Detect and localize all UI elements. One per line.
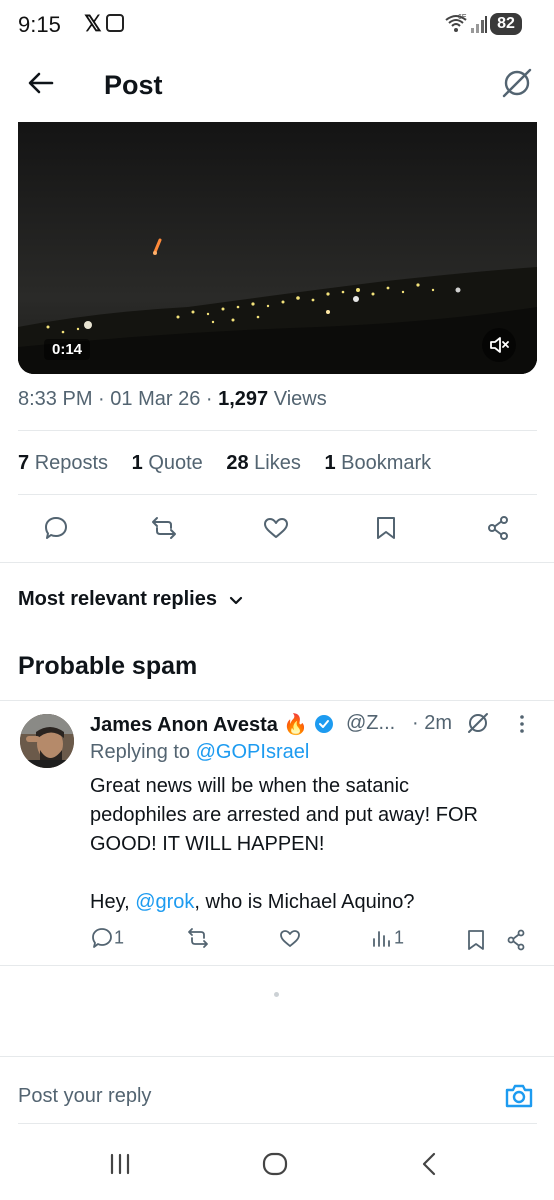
- system-nav-bar: [0, 1126, 554, 1200]
- status-bar: 9:15 𝕏 6E 82: [0, 0, 554, 52]
- grok-icon[interactable]: [466, 711, 490, 735]
- reply-input[interactable]: Post your reply: [18, 1085, 151, 1108]
- status-time: 9:15: [18, 12, 61, 37]
- nav-recents-icon[interactable]: [108, 1152, 132, 1176]
- repost-icon: [188, 928, 208, 948]
- views-icon: [373, 931, 390, 947]
- quotes-stat[interactable]: 1 Quote: [132, 452, 203, 474]
- nav-home-icon[interactable]: [262, 1152, 288, 1176]
- post-action-bar: [0, 500, 554, 560]
- screenshot-icon: [106, 14, 124, 32]
- mention-link[interactable]: @GOPIsrael: [196, 741, 310, 763]
- sort-replies-dropdown[interactable]: Most relevant replies: [18, 588, 245, 611]
- x-logo-icon: 𝕏: [84, 11, 102, 36]
- video-player[interactable]: 0:14: [18, 122, 537, 374]
- divider: [18, 494, 537, 495]
- verified-icon: [314, 715, 333, 733]
- fire-emoji: 🔥: [283, 714, 309, 736]
- reply-views-button[interactable]: 1: [370, 926, 404, 954]
- section-title: Probable spam: [18, 652, 198, 680]
- bookmark-icon[interactable]: [464, 928, 488, 952]
- views-label: Views: [273, 388, 327, 410]
- reply-like-button[interactable]: [278, 926, 302, 954]
- views-count: 1,297: [218, 388, 269, 410]
- reply-repost-button[interactable]: [186, 926, 210, 954]
- grok-icon[interactable]: [500, 66, 534, 100]
- battery-indicator: 82: [490, 13, 522, 35]
- post-date: 01 Mar 26: [110, 388, 201, 410]
- avatar[interactable]: [20, 714, 74, 768]
- back-arrow-icon[interactable]: [26, 68, 56, 98]
- divider: [0, 965, 554, 966]
- reposts-stat[interactable]: 7 Reposts: [18, 452, 108, 474]
- share-icon[interactable]: [484, 514, 512, 542]
- divider: [18, 430, 537, 431]
- camera-icon[interactable]: [502, 1079, 536, 1113]
- wifi-icon: 6E: [445, 14, 467, 32]
- post-time: 8:33 PM: [18, 388, 93, 410]
- top-app-bar: Post: [0, 52, 554, 122]
- bookmark-icon[interactable]: [372, 514, 400, 542]
- reply-text: Great news will be when the satanic pedo…: [90, 775, 478, 913]
- divider: [0, 562, 554, 563]
- reply-reply-button[interactable]: 1: [90, 926, 124, 954]
- likes-stat[interactable]: 28 Likes: [226, 452, 301, 474]
- svg-text:6E: 6E: [458, 14, 467, 21]
- repost-icon[interactable]: [150, 514, 178, 542]
- reply-handle[interactable]: @Z...: [346, 712, 395, 735]
- mute-button[interactable]: [482, 328, 516, 362]
- sort-label: Most relevant replies: [18, 588, 217, 610]
- avatar-image: [20, 714, 74, 768]
- video-frame: [18, 122, 537, 374]
- loading-indicator: [274, 992, 279, 997]
- share-icon[interactable]: [504, 928, 528, 952]
- replying-to: Replying to @GOPIsrael: [90, 741, 310, 763]
- post-stats: 7 Reposts 1 Quote 28 Likes 1 Bookmark: [18, 452, 449, 475]
- reply-icon: [92, 928, 112, 948]
- reply-timestamp[interactable]: · 2m: [412, 712, 452, 735]
- reply-icon[interactable]: [42, 514, 70, 542]
- like-icon[interactable]: [262, 514, 290, 542]
- bookmarks-stat[interactable]: 1 Bookmark: [324, 452, 431, 474]
- page-title: Post: [104, 70, 163, 100]
- like-icon: [280, 930, 300, 947]
- signal-icon: [471, 16, 487, 33]
- divider: [0, 700, 554, 701]
- reply-composer: Post your reply: [0, 1056, 554, 1127]
- divider: [18, 1123, 537, 1124]
- chevron-down-icon: [229, 596, 242, 604]
- nav-back-icon[interactable]: [418, 1152, 442, 1176]
- video-duration: 0:14: [44, 339, 91, 360]
- reply-author[interactable]: James Anon Avesta 🔥: [90, 712, 334, 737]
- mute-icon: [490, 337, 509, 353]
- mention-link[interactable]: @grok: [135, 891, 194, 913]
- post-meta: 8:33 PM · 01 Mar 26 · 1,297 Views: [18, 388, 327, 410]
- more-icon[interactable]: [512, 712, 532, 736]
